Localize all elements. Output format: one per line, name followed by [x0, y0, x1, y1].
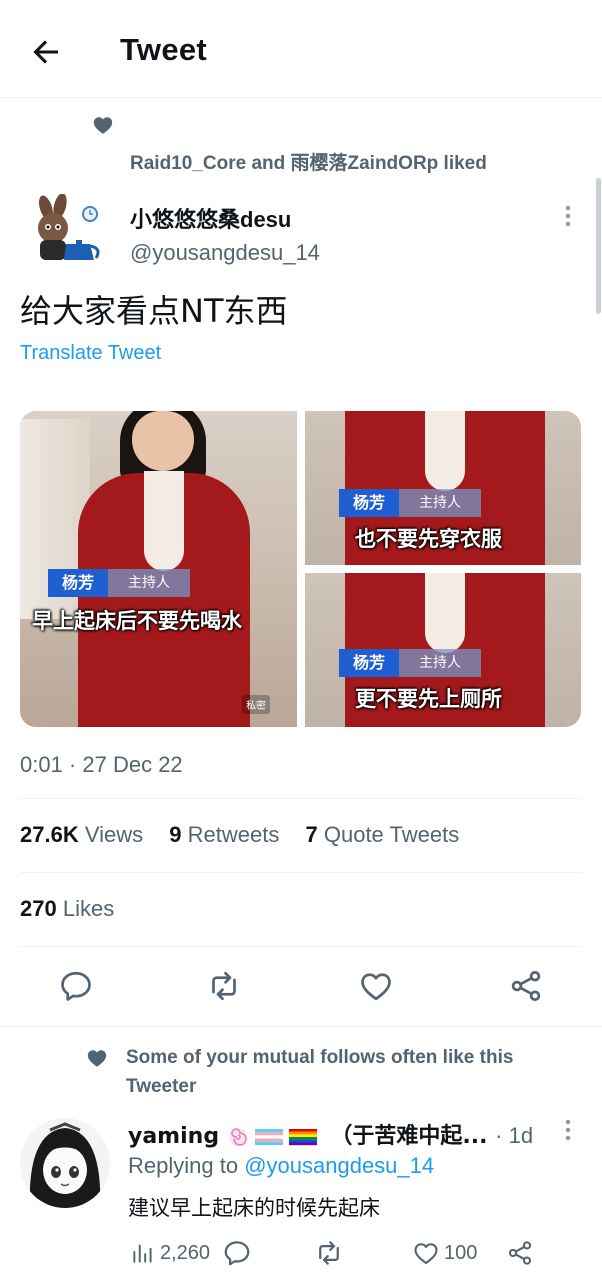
tweet-text: 给大家看点NT东西: [20, 292, 288, 330]
caption-role-tag: 主持人: [399, 489, 482, 517]
more-options-icon[interactable]: [558, 1118, 578, 1142]
scrollbar[interactable]: [596, 178, 601, 314]
divider: [20, 946, 582, 947]
media-image-2[interactable]: 杨芳 主持人 也不要先穿衣服: [305, 411, 581, 565]
share-icon[interactable]: [508, 968, 544, 1004]
reply-retweet-icon[interactable]: [314, 1238, 344, 1268]
face-shape: [132, 411, 194, 471]
caption-tag: 杨芳 主持人: [48, 569, 191, 597]
media-grid: 杨芳 主持人 早上起床后不要先喝水 私密 杨芳 主持人 也不要先穿衣服 杨芳 主…: [20, 411, 581, 727]
engagement-stats: 27.6K Views 9 Retweets 7 Quote Tweets: [20, 822, 479, 848]
caption-name-tag: 杨芳: [48, 569, 109, 597]
blouse-shape: [144, 471, 184, 571]
caption-name-tag: 杨芳: [339, 489, 400, 517]
top-bar: Tweet: [0, 0, 602, 98]
like-icon[interactable]: [358, 968, 394, 1004]
heart-icon: [87, 1050, 107, 1067]
divider: [20, 798, 582, 799]
video-caption: 早上起床后不要先喝水: [32, 609, 242, 633]
blouse-shape: [425, 573, 465, 653]
reply-time: · 1d: [495, 1123, 534, 1148]
video-caption: 更不要先上厕所: [355, 687, 502, 711]
author-handle[interactable]: @yousangdesu_14: [130, 240, 320, 266]
reply-reply-icon[interactable]: [222, 1238, 252, 1268]
emoji-badges-icon: [228, 1128, 317, 1146]
more-options-icon[interactable]: [558, 204, 578, 228]
reply-views-stat[interactable]: 2,260: [130, 1238, 210, 1268]
divider: [20, 872, 582, 873]
video-caption: 也不要先穿衣服: [355, 527, 502, 551]
back-arrow-icon[interactable]: [28, 34, 64, 70]
replying-to: Replying to @yousangdesu_14: [128, 1153, 435, 1178]
translate-tweet-link[interactable]: Translate Tweet: [20, 342, 161, 365]
media-image-1[interactable]: 杨芳 主持人 早上起床后不要先喝水 私密: [20, 411, 297, 727]
author-name[interactable]: 小悠悠悠桑desu: [130, 202, 291, 234]
reply-text: 建议早上起床的时候先起床: [128, 1196, 380, 1220]
caption-tag: 杨芳 主持人: [339, 649, 482, 677]
social-context: Raid10_Core and 雨樱落ZaindORp liked: [92, 114, 592, 174]
reply-author-avatar[interactable]: [20, 1118, 110, 1208]
quote-tweets-stat[interactable]: 7 Quote Tweets: [305, 822, 459, 847]
author-avatar[interactable]: [20, 194, 108, 264]
video-watermark: 私密: [242, 695, 270, 714]
views-stat[interactable]: 27.6K Views: [20, 822, 143, 847]
caption-name-tag: 杨芳: [339, 649, 400, 677]
reply-like-stat[interactable]: 100: [412, 1238, 477, 1268]
likes-stat[interactable]: 270 Likes: [20, 896, 114, 922]
heart-icon: [93, 117, 113, 134]
caption-tag: 杨芳 主持人: [339, 489, 482, 517]
section-divider: [0, 1026, 602, 1027]
mutual-follows-context: Some of your mutual follows often like t…: [126, 1047, 514, 1097]
page-title: Tweet: [120, 32, 208, 67]
reply-author-name[interactable]: yaming （于苦难中起... · 1d: [128, 1118, 533, 1150]
replying-to-handle[interactable]: @yousangdesu_14: [244, 1153, 434, 1178]
reply-icon[interactable]: [58, 968, 94, 1004]
tweet-timestamp[interactable]: 0:01 · 27 Dec 22: [20, 752, 183, 778]
retweets-stat[interactable]: 9 Retweets: [169, 822, 279, 847]
media-image-3[interactable]: 杨芳 主持人 更不要先上厕所: [305, 573, 581, 727]
caption-role-tag: 主持人: [399, 649, 482, 677]
views-chart-icon: [133, 1244, 152, 1263]
reply-share-icon[interactable]: [506, 1238, 534, 1268]
reply-like-icon: [414, 1243, 438, 1265]
blouse-shape: [425, 411, 465, 491]
liked-by-text[interactable]: Raid10_Core and 雨樱落ZaindORp liked: [130, 148, 487, 175]
caption-role-tag: 主持人: [108, 569, 191, 597]
retweet-icon[interactable]: [206, 968, 242, 1004]
